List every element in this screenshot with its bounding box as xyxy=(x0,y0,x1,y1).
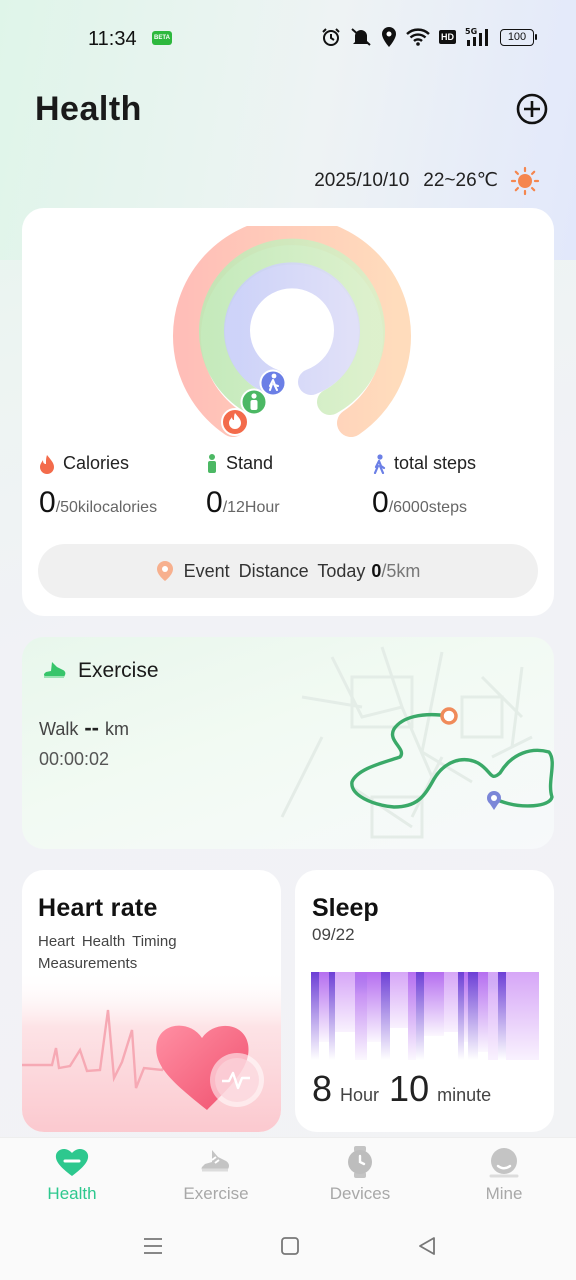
beta-badge: BETA xyxy=(152,31,172,45)
walk-unit: km xyxy=(105,719,129,739)
tab-mine[interactable]: Mine xyxy=(449,1146,559,1204)
plus-circle-icon xyxy=(516,93,548,125)
page-title: Health xyxy=(35,90,142,128)
distance-target: /5km xyxy=(381,560,421,581)
signal-icon: 5G xyxy=(465,27,488,46)
calories-stat: Calories 0/50kilocalories xyxy=(39,453,157,520)
tab-health[interactable]: Health xyxy=(17,1146,127,1204)
mute-icon xyxy=(351,28,371,46)
steps-label: total steps xyxy=(394,453,477,473)
walk-value: -- xyxy=(84,715,99,740)
exercise-duration: 00:00:02 xyxy=(39,749,110,769)
tab-exercise[interactable]: Exercise xyxy=(161,1146,271,1204)
status-bar: 11:34 BETA HD 5G 100 xyxy=(0,0,576,76)
shoe-tab-icon xyxy=(201,1150,230,1172)
route-start-marker xyxy=(440,707,458,725)
weather-info: 2025/10/10 22~26℃ xyxy=(314,169,498,192)
heart-rate-subtitle: Heart Health Timing Measurements xyxy=(38,933,177,972)
sleep-hours: 8 xyxy=(312,1068,333,1109)
tab-mine-label: Mine xyxy=(485,1184,523,1203)
profile-tab-icon xyxy=(489,1148,519,1178)
svg-text:5G: 5G xyxy=(465,27,477,36)
weather-date: 2025/10/10 xyxy=(314,170,410,191)
calories-target: /50kilocalories xyxy=(55,499,158,516)
status-icons: HD 5G 100 xyxy=(321,27,537,47)
running-shoe-icon xyxy=(44,662,66,678)
heart-tab-icon xyxy=(55,1148,89,1176)
steps-stat: total steps 0/6000steps xyxy=(372,453,476,520)
flame-icon xyxy=(40,454,54,474)
distance-value: 0 xyxy=(371,560,382,581)
sleep-duration: 8 Hour 10 minute xyxy=(312,1068,501,1110)
sun-icon xyxy=(510,166,540,196)
heart-rate-card[interactable]: Heart rate Heart Health Timing Measureme… xyxy=(22,870,281,1132)
sleep-card[interactable]: Sleep 09/22 8 Hour 10 minute xyxy=(295,870,554,1132)
exercise-title-label: Exercise xyxy=(78,659,159,682)
weather-temperature: 22~26℃ xyxy=(423,170,498,191)
walking-icon xyxy=(373,453,386,474)
heart-rate-title: Heart rate xyxy=(38,894,158,922)
sleep-hour-unit: Hour xyxy=(340,1085,380,1105)
sleep-stage-chart xyxy=(311,972,539,1060)
route-end-marker xyxy=(487,791,501,810)
add-button[interactable] xyxy=(516,93,548,125)
sleep-title: Sleep xyxy=(312,894,379,922)
battery-icon: 100 xyxy=(500,28,537,46)
status-time: 11:34 xyxy=(88,28,137,50)
pin-icon xyxy=(156,561,173,581)
walk-label: Walk xyxy=(39,719,79,739)
steps-target: /6000steps xyxy=(388,499,467,516)
tab-exercise-label: Exercise xyxy=(183,1184,249,1203)
exercise-title: Exercise xyxy=(42,659,159,683)
sleep-date: 09/22 xyxy=(312,925,355,944)
walk-distance: Walk -- km xyxy=(39,715,129,741)
tab-devices-label: Devices xyxy=(329,1184,391,1203)
stand-value: 0 xyxy=(206,486,223,519)
calories-ring-icon xyxy=(221,408,249,436)
wifi-icon xyxy=(406,28,430,46)
distance-today-bar[interactable]: Event Distance Today 0/5km xyxy=(38,544,538,598)
stand-target: /12Hour xyxy=(222,499,280,516)
hd-icon: HD xyxy=(439,30,456,44)
sleep-minute-unit: minute xyxy=(437,1085,492,1105)
tab-devices[interactable]: Devices xyxy=(305,1146,415,1204)
steps-ring-icon xyxy=(259,369,287,397)
activity-rings-card[interactable]: Calories 0/50kilocalories Stand 0/12Hour… xyxy=(22,208,554,616)
menu-icon[interactable] xyxy=(142,1235,164,1257)
exercise-card[interactable]: Exercise Walk -- km 00:00:02 xyxy=(22,637,554,849)
stand-ring-icon xyxy=(240,388,268,416)
bottom-tab-bar: Health Exercise Devices Mine xyxy=(0,1137,576,1217)
steps-value: 0 xyxy=(372,486,389,519)
alarm-icon xyxy=(322,28,340,46)
calories-value: 0 xyxy=(39,486,56,519)
watch-tab-icon xyxy=(348,1146,372,1178)
back-icon[interactable] xyxy=(416,1235,438,1257)
calories-label: Calories xyxy=(63,453,130,473)
sleep-minutes: 10 xyxy=(389,1068,430,1109)
location-icon xyxy=(382,27,396,47)
heart-rate-illustration xyxy=(22,970,281,1132)
tab-health-label: Health xyxy=(47,1184,97,1203)
distance-label: Event Distance Today xyxy=(183,560,366,581)
stand-stat: Stand 0/12Hour xyxy=(206,453,280,520)
activity-rings xyxy=(173,226,411,437)
home-icon[interactable] xyxy=(279,1235,301,1257)
system-nav-bar xyxy=(0,1217,576,1280)
stand-icon xyxy=(208,453,216,473)
steps-ring xyxy=(224,262,360,395)
stand-label: Stand xyxy=(226,453,274,473)
